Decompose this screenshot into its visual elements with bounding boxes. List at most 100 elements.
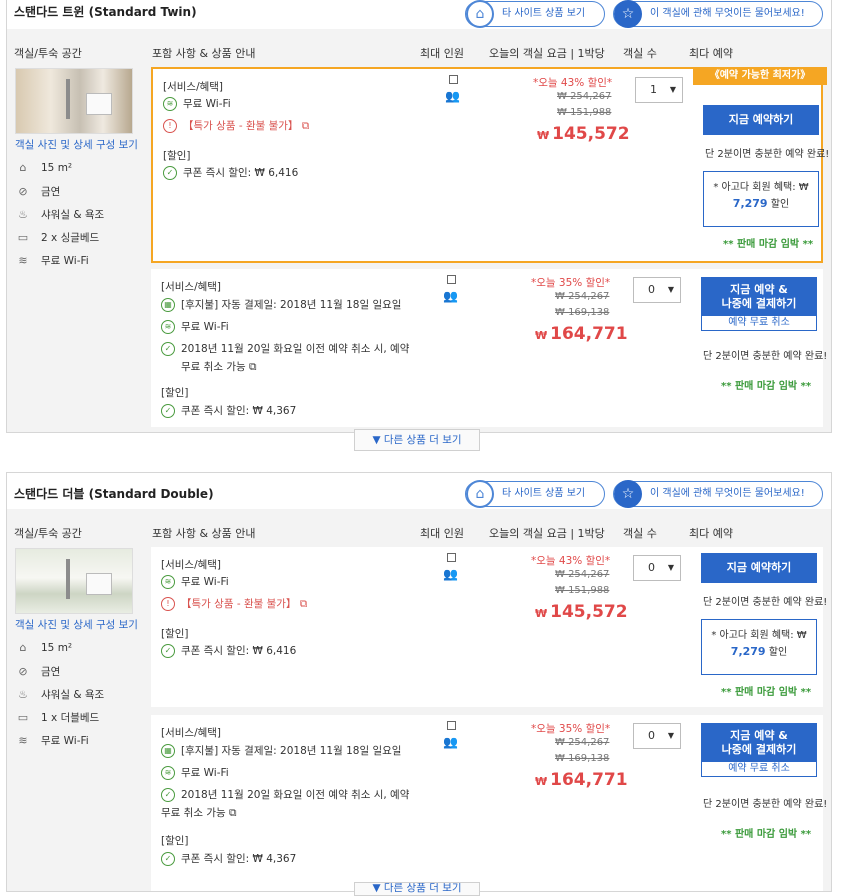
room-photo-link[interactable]: 객실 사진 및 상세 구성 보기 (15, 617, 138, 632)
booking-note: 단 2분이면 충분한 예약 완료! (705, 149, 830, 160)
bathtub-icon: ♨ (18, 688, 28, 701)
wifi-benefit: ≋ 무료 Wi-Fi (161, 765, 229, 780)
special-nonrefundable[interactable]: ! 【특가 상품 - 환불 불가】 ⧉ (163, 118, 309, 133)
ask-question-button[interactable]: ☆ 이 객실에 관해 무엇이든 물어보세요! (613, 0, 823, 28)
coupon-discount: ✓ 쿠폰 즉시 할인: ₩ 4,367 (161, 851, 296, 866)
two-guests-icon: 👥 (443, 289, 458, 303)
room-title: 스탠다드 더블 (Standard Double) (14, 487, 214, 501)
special-nonrefundable[interactable]: ! 【특가 상품 - 환불 불가】 ⧉ (161, 596, 307, 611)
coupon-discount: ✓ 쿠폰 즉시 할인: ₩ 4,367 (161, 403, 296, 418)
discount-label: [할인] (161, 835, 189, 847)
room-photo[interactable] (15, 68, 133, 134)
book-later-button[interactable]: 지금 예약 & 나중에 결제하기 예약 무료 취소 (701, 277, 817, 331)
member-benefit[interactable]: * 아고다 회원 혜택: ₩ 7,279 할인 (703, 171, 819, 227)
amenity-bed: ▭ 1 x 더블베드 (15, 710, 99, 725)
wifi-icon: ≋ (161, 766, 175, 780)
coupon-icon: ✓ (161, 404, 175, 418)
bed-icon: ▭ (17, 711, 29, 724)
room-info-icon[interactable] (447, 721, 456, 730)
col-qty: 객실 수 (623, 47, 657, 60)
ask-question-button[interactable]: ☆ 이 객실에 관해 무엇이든 물어보세요! (613, 480, 823, 508)
wifi-icon: ≋ (161, 320, 175, 334)
wifi-icon: ≋ (161, 575, 175, 589)
offer-card: [서비스/혜택] ≋ 무료 Wi-Fi ! 【특가 상품 - 환불 불가】 ⧉ [할… (151, 67, 829, 263)
free-cancel-benefit: ✓ 2018년 11월 20일 화요일 이전 예약 취소 시, 예약 (161, 341, 409, 356)
calendar-icon: ▦ (161, 298, 175, 312)
final-price: ₩145,572 (535, 602, 628, 622)
prev-price: ₩ 151,988 (557, 107, 612, 118)
room-title: 스탠다드 트윈 (Standard Twin) (14, 5, 197, 19)
prev-price: ₩ 169,138 (555, 753, 610, 764)
free-cancel-benefit-2[interactable]: 무료 취소 가능 ⧉ (161, 805, 236, 820)
amenity-bed: ▭ 2 x 싱글베드 (15, 230, 99, 245)
booking-note: 단 2분이면 충분한 예약 완료! (703, 597, 828, 608)
calendar-icon: ▦ (161, 744, 175, 758)
selling-fast: ** 판매 마감 임박 ** (721, 829, 812, 840)
wifi-icon: ≋ (18, 734, 28, 747)
room-photo[interactable] (15, 548, 133, 614)
amenity-nonsmoking: ⊘ 금연 (15, 184, 60, 199)
more-offers-button[interactable]: ▼ 다른 상품 더 보기 (354, 429, 480, 451)
ask-question-label: 이 객실에 관해 무엇이든 물어보세요! (650, 488, 805, 499)
wifi-benefit: ≋ 무료 Wi-Fi (163, 96, 231, 111)
book-now-button[interactable]: 지금 예약하기 (701, 553, 817, 583)
free-cancel-benefit: ✓ 2018년 11월 20일 화요일 이전 예약 취소 시, 예약 (161, 787, 409, 802)
offer-card: [서비스/혜택] ≋ 무료 Wi-Fi ! 【특가 상품 - 환불 불가】 ⧉ [할… (151, 547, 827, 707)
book-now-button[interactable]: 지금 예약하기 (703, 105, 819, 135)
member-benefit[interactable]: * 아고다 회원 혜택: ₩ 7,279 할인 (701, 619, 817, 675)
discount-label: [할인] (161, 628, 189, 640)
lowest-price-tag: 《예약 가능한 최저가》 (693, 67, 827, 85)
room-info-icon[interactable] (447, 553, 456, 562)
check-icon: ✓ (161, 788, 175, 802)
coupon-discount: ✓ 쿠폰 즉시 할인: ₩ 6,416 (163, 165, 298, 180)
wifi-benefit: ≋ 무료 Wi-Fi (161, 574, 229, 589)
no-smoking-icon: ⊘ (18, 185, 28, 198)
col-price: 오늘의 객실 요금 | 1박당 (489, 527, 605, 540)
room-qty-select[interactable]: 0 ▼ (633, 723, 681, 749)
original-price: ₩ 254,267 (555, 737, 610, 748)
free-cancel-tag: 예약 무료 취소 (701, 315, 817, 331)
room-qty-select[interactable]: 0 ▼ (633, 277, 681, 303)
dropdown-arrow-icon: ▼ (667, 731, 674, 740)
wifi-icon: ≋ (163, 97, 177, 111)
room-info-icon[interactable] (449, 75, 458, 84)
check-icon: ✓ (161, 342, 175, 356)
room-standard-double: 스탠다드 더블 (Standard Double) ⌂ 타 사이트 상품 보기 … (6, 472, 832, 892)
other-sites-button[interactable]: ⌂ 타 사이트 상품 보기 (465, 480, 605, 508)
final-price: ₩145,572 (537, 124, 630, 144)
amenity-wifi: ≋ 무료 Wi-Fi (15, 253, 88, 268)
discount-label: [할인] (161, 387, 189, 399)
services-label: [서비스/혜택] (161, 727, 222, 739)
col-max-guests: 최대 인원 (420, 47, 464, 60)
room-qty-select[interactable]: 1 ▼ (635, 77, 683, 103)
offer-card: [서비스/혜택] ▦ [후지불] 자동 결제일: 2018년 11월 18일 일요… (151, 269, 827, 427)
col-most-booked: 최다 예약 (689, 527, 733, 540)
booking-note: 단 2분이면 충분한 예약 완료! (703, 799, 828, 810)
amenity-bath: ♨ 샤워실 & 욕조 (15, 207, 104, 222)
free-cancel-tag: 예약 무료 취소 (701, 761, 817, 777)
room-standard-twin: 스탠다드 트윈 (Standard Twin) ⌂ 타 사이트 상품 보기 ☆ … (6, 0, 832, 433)
other-sites-button[interactable]: ⌂ 타 사이트 상품 보기 (465, 0, 605, 28)
discount-badge: *오늘 43% 할인* (531, 555, 611, 567)
selling-fast: ** 판매 마감 임박 ** (723, 239, 814, 250)
book-later-button[interactable]: 지금 예약 & 나중에 결제하기 예약 무료 취소 (701, 723, 817, 777)
discount-badge: *오늘 43% 할인* (533, 77, 613, 89)
coupon-discount: ✓ 쿠폰 즉시 할인: ₩ 6,416 (161, 643, 296, 658)
room-info-icon[interactable] (447, 275, 456, 284)
col-most-booked: 최다 예약 (689, 47, 733, 60)
ask-question-label: 이 객실에 관해 무엇이든 물어보세요! (650, 8, 805, 19)
auto-pay-benefit: ▦ [후지불] 자동 결제일: 2018년 11월 18일 일요일 (161, 297, 401, 312)
more-offers-button[interactable]: ▼ 다른 상품 더 보기 (354, 882, 480, 896)
other-sites-label: 타 사이트 상품 보기 (502, 8, 586, 19)
auto-pay-benefit: ▦ [후지불] 자동 결제일: 2018년 11월 18일 일요일 (161, 743, 401, 758)
coupon-icon: ✓ (163, 166, 177, 180)
room-header: 스탠다드 트윈 (Standard Twin) ⌂ 타 사이트 상품 보기 ☆ … (7, 0, 831, 29)
two-guests-icon: 👥 (443, 567, 458, 581)
room-qty-select[interactable]: 0 ▼ (633, 555, 681, 581)
offer-card: [서비스/혜택] ▦ [후지불] 자동 결제일: 2018년 11월 18일 일요… (151, 715, 827, 891)
bed-icon: ▭ (17, 231, 29, 244)
room-photo-link[interactable]: 객실 사진 및 상세 구성 보기 (15, 137, 138, 152)
tag-icon: ⌂ (466, 0, 494, 28)
free-cancel-benefit-2[interactable]: 무료 취소 가능 ⧉ (181, 359, 256, 374)
amenity-size: ⌂ 15 m² (15, 641, 73, 654)
